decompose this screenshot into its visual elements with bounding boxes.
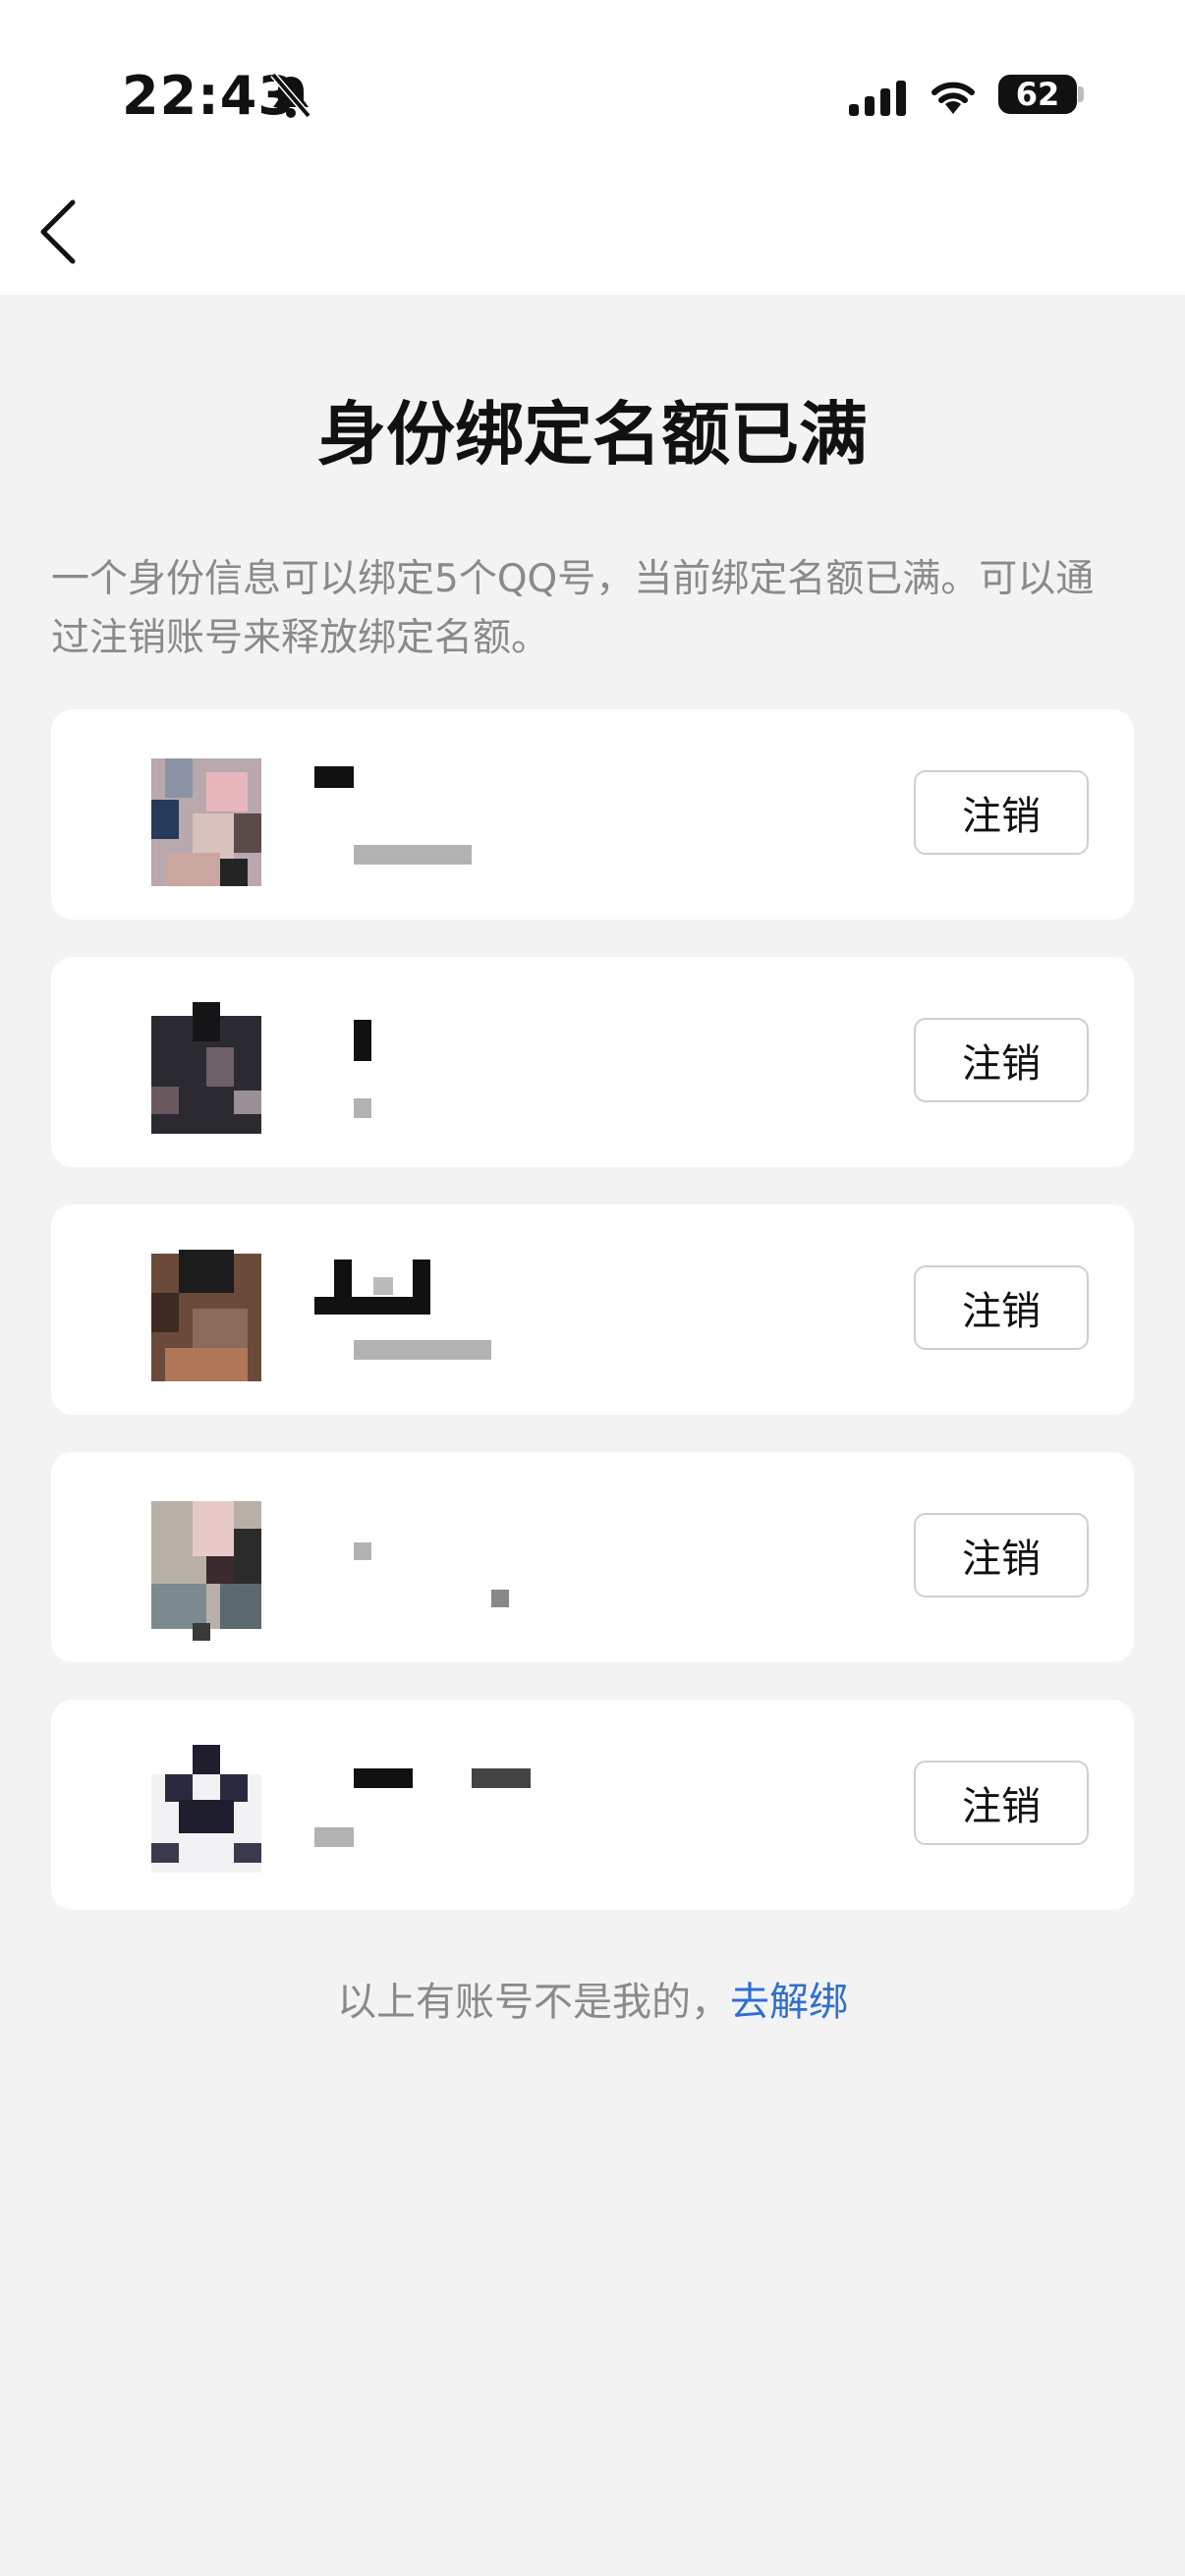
- avatar: [151, 1002, 261, 1134]
- unbind-link[interactable]: 去解绑: [730, 1980, 848, 2025]
- account-name-redacted: [354, 1020, 371, 1061]
- avatar: [151, 1745, 261, 1873]
- account-id-redacted: [354, 845, 472, 865]
- account-card: 注销: [51, 957, 1134, 1167]
- account-card: 注销: [51, 709, 1134, 920]
- deregister-button[interactable]: 注销: [914, 1513, 1089, 1597]
- account-card: 注销: [51, 1700, 1134, 1910]
- account-id-redacted: [314, 1827, 354, 1847]
- deregister-button[interactable]: 注销: [914, 1761, 1089, 1845]
- footer-text: 以上有账号不是我的，: [337, 1980, 730, 2025]
- account-id-redacted: [491, 1590, 509, 1607]
- back-chevron-icon[interactable]: [35, 196, 85, 267]
- deregister-button[interactable]: 注销: [914, 770, 1089, 855]
- account-name-redacted: [314, 1260, 432, 1315]
- deregister-button[interactable]: 注销: [914, 1265, 1089, 1350]
- account-name-redacted: [354, 1542, 371, 1560]
- wifi-icon: [931, 82, 975, 114]
- page-description: 一个身份信息可以绑定5个QQ号，当前绑定名额已满。可以通过注销账号来释放绑定名额…: [51, 557, 1095, 660]
- avatar: [151, 1250, 261, 1381]
- deregister-button[interactable]: 注销: [914, 1018, 1089, 1102]
- account-card: 注销: [51, 1452, 1134, 1662]
- footer-note: 以上有账号不是我的，去解绑: [0, 1970, 1185, 2027]
- navigation-bar: [0, 187, 1185, 295]
- signal-icon: [849, 81, 906, 116]
- status-bar: 22:43 62: [0, 0, 1185, 187]
- avatar: [151, 758, 261, 886]
- battery-cap: [1078, 86, 1084, 102]
- account-name-redacted: [354, 1768, 413, 1788]
- page-title: 身份绑定名额已满: [317, 394, 868, 475]
- account-name-redacted: [472, 1768, 531, 1788]
- account-card: 注销: [51, 1204, 1134, 1415]
- account-id-redacted: [354, 1340, 491, 1360]
- account-id-redacted: [354, 1098, 371, 1118]
- account-name-redacted: [314, 766, 354, 788]
- bell-muted-icon: [270, 72, 311, 119]
- avatar: [151, 1501, 261, 1641]
- battery-icon: 62: [998, 75, 1077, 114]
